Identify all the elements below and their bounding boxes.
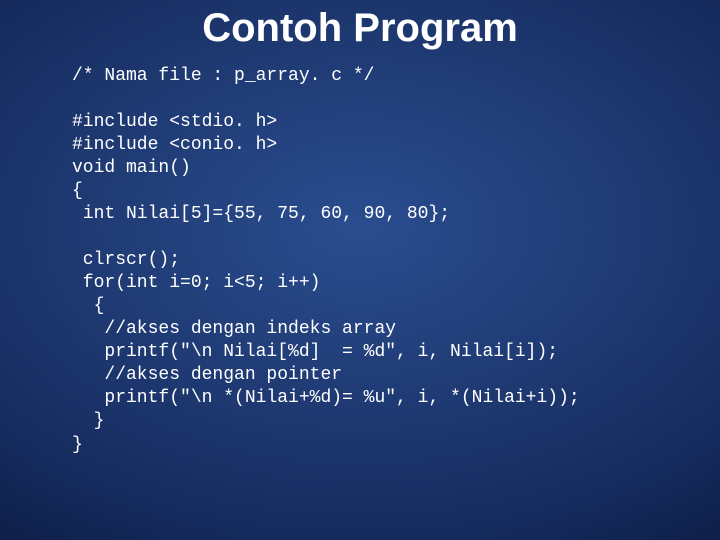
code-line: int Nilai[5]={55, 75, 60, 90, 80}; bbox=[72, 204, 450, 224]
code-block: /* Nama file : p_array. c */ #include <s… bbox=[0, 51, 720, 457]
code-line: #include <stdio. h> bbox=[72, 112, 277, 132]
code-line: printf("\n Nilai[%d] = %d", i, Nilai[i])… bbox=[72, 342, 558, 362]
code-line: } bbox=[72, 435, 83, 455]
code-line: } bbox=[72, 411, 104, 431]
code-line: //akses dengan pointer bbox=[72, 365, 342, 385]
code-line: printf("\n *(Nilai+%d)= %u", i, *(Nilai+… bbox=[72, 388, 580, 408]
code-line: clrscr(); bbox=[72, 250, 180, 270]
code-line: { bbox=[72, 296, 104, 316]
code-line: void main() bbox=[72, 158, 191, 178]
code-line: /* Nama file : p_array. c */ bbox=[72, 66, 374, 86]
code-line: { bbox=[72, 181, 83, 201]
code-line: for(int i=0; i<5; i++) bbox=[72, 273, 320, 293]
code-line: #include <conio. h> bbox=[72, 135, 277, 155]
code-line: //akses dengan indeks array bbox=[72, 319, 396, 339]
slide-title: Contoh Program bbox=[0, 0, 720, 51]
